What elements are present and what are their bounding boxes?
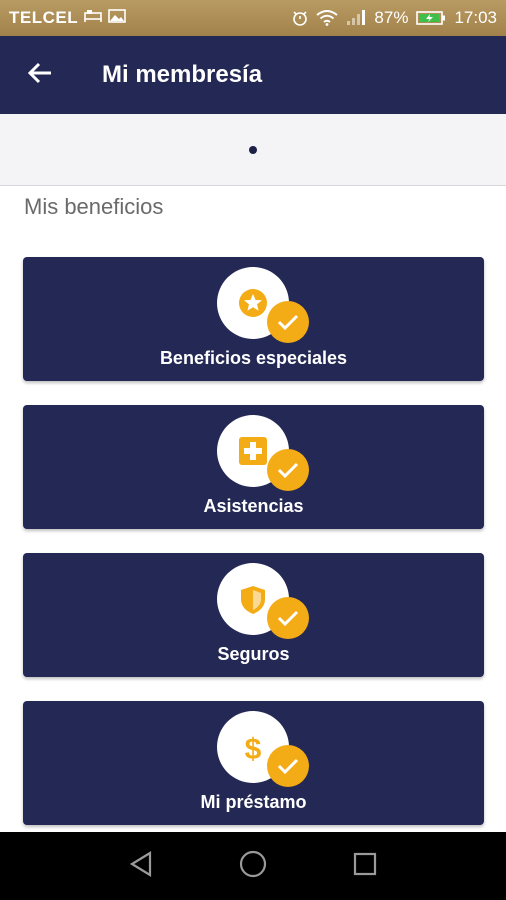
svg-text:$: $: [245, 733, 262, 765]
check-icon: [267, 597, 309, 639]
section-title: Mis beneficios: [24, 194, 164, 219]
check-icon: [267, 449, 309, 491]
app-bar: Mi membresía: [0, 36, 506, 114]
nav-back-button[interactable]: [101, 832, 181, 900]
card-label: Mi préstamo: [200, 792, 307, 812]
card-label: Seguros: [217, 644, 290, 664]
clock-time: 17:03: [454, 8, 497, 27]
benefit-card-beneficios-especiales[interactable]: Beneficios especiales: [23, 257, 484, 381]
page-title: Mi membresía: [102, 61, 263, 88]
battery-level: 87%: [374, 8, 409, 27]
dollar-icon: $: [239, 733, 267, 766]
star-badge-icon: [239, 289, 267, 317]
system-nav-bar: [0, 832, 506, 900]
triangle-back-icon: [129, 850, 153, 882]
benefit-card-asistencias[interactable]: Asistencias: [23, 405, 484, 529]
arrow-left-icon: [27, 61, 53, 90]
shield-icon: [239, 585, 267, 614]
pager-strip: [0, 114, 506, 186]
nav-home-button[interactable]: [213, 832, 293, 900]
status-bar: TELCEL 87% 17:03: [0, 0, 506, 36]
battery-icon: [416, 10, 446, 26]
nav-recents-button[interactable]: [325, 832, 405, 900]
pager-dot: [249, 145, 257, 154]
check-icon: [267, 745, 309, 787]
check-icon: [267, 301, 309, 343]
image-notification-icon: [108, 8, 126, 28]
wifi-icon: [316, 10, 339, 26]
carrier-name: TELCEL: [9, 8, 79, 27]
signal-icon: [346, 10, 366, 26]
card-label: Asistencias: [203, 496, 304, 516]
card-label: Beneficios especiales: [159, 348, 348, 368]
benefit-card-seguros[interactable]: Seguros: [23, 553, 484, 677]
bed-icon: [84, 8, 102, 28]
medical-cross-icon: [239, 437, 267, 465]
circle-home-icon: [239, 850, 267, 883]
benefit-card-mi-prestamo[interactable]: $ Mi préstamo: [23, 701, 484, 825]
alarm-icon: [292, 10, 308, 26]
square-recents-icon: [353, 852, 377, 881]
back-button[interactable]: [0, 36, 80, 114]
